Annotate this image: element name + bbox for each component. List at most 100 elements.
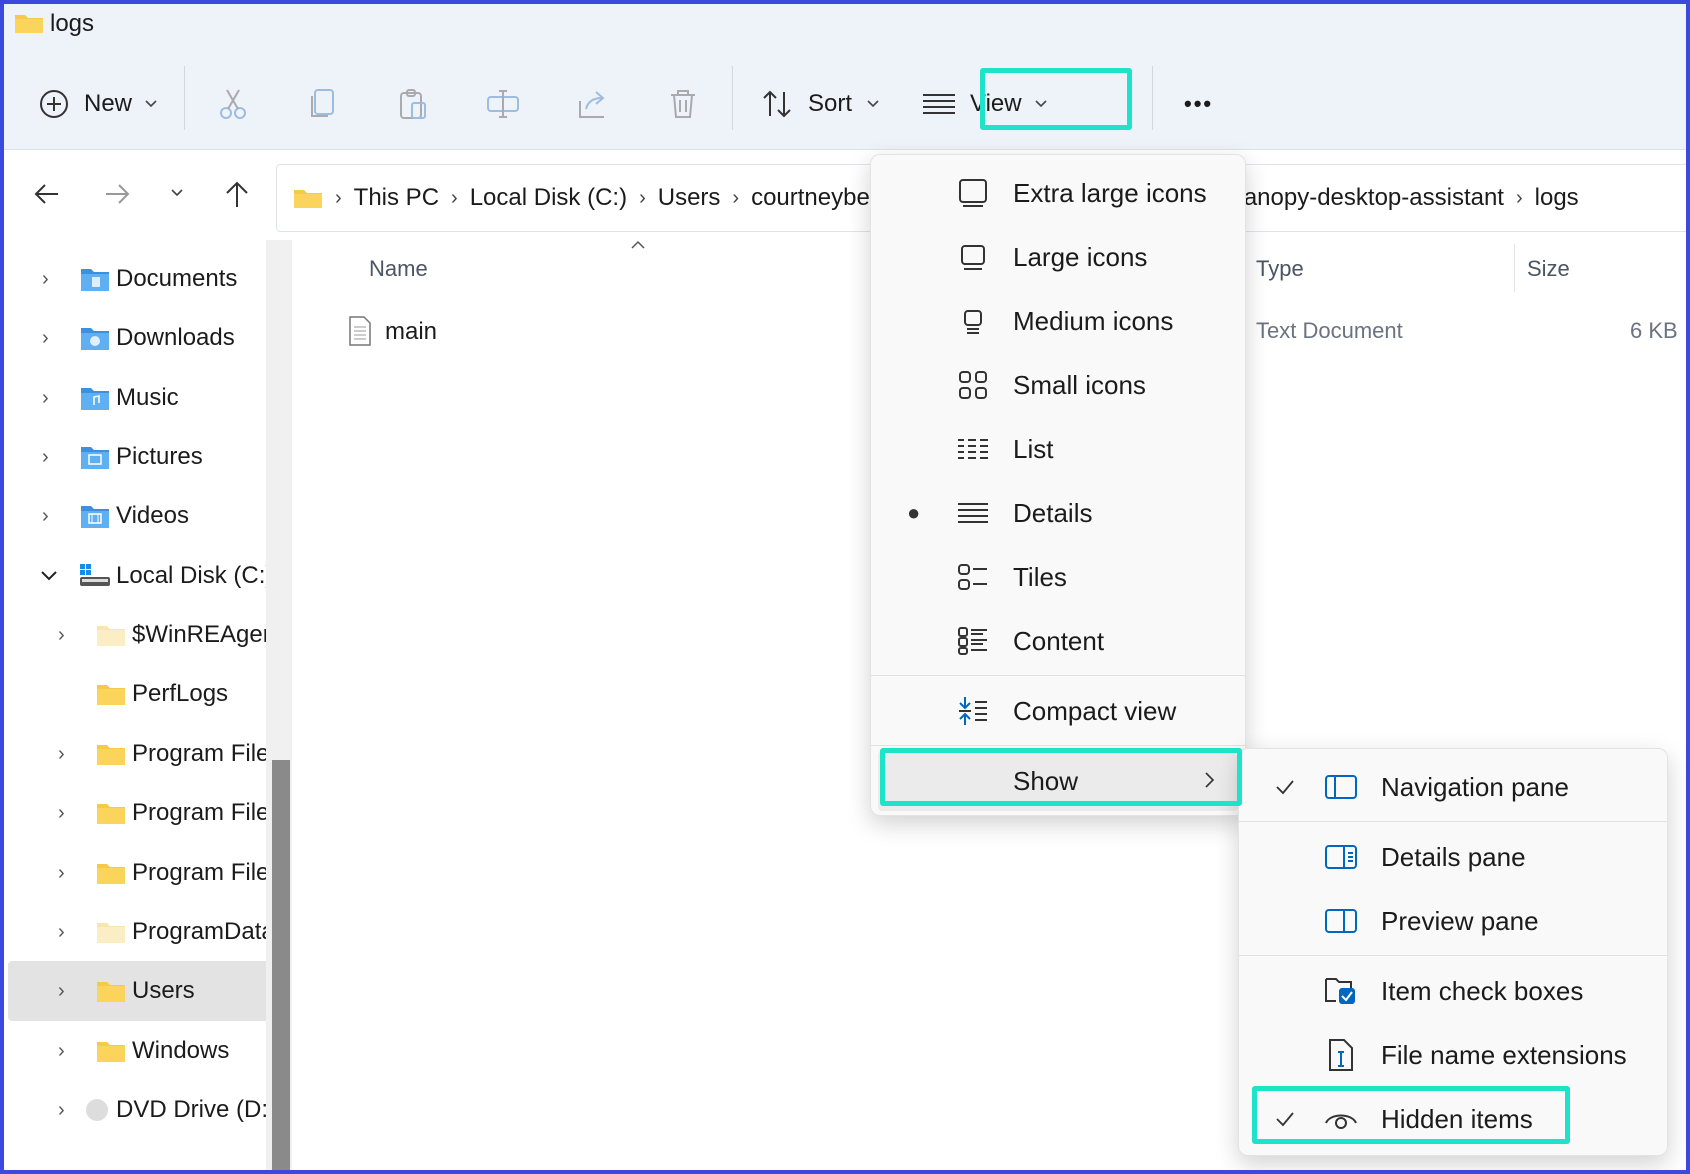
expand-chevron-icon[interactable]: › — [58, 1040, 65, 1063]
delete-button[interactable] — [666, 74, 700, 134]
folder-icon — [97, 626, 125, 646]
cut-button[interactable] — [216, 74, 250, 134]
menu-item-large-icons[interactable]: Large icons — [871, 227, 1245, 287]
scissors-icon — [220, 89, 246, 119]
new-label: New — [84, 90, 133, 117]
checkmark-icon — [1276, 780, 1294, 795]
copy-icon — [311, 89, 334, 117]
expand-chevron-icon[interactable]: › — [42, 268, 49, 291]
hidden-items-highlight — [1252, 1086, 1570, 1144]
breadcrumb-app[interactable]: canopy-desktop-assistant — [1232, 184, 1504, 212]
menu-item-preview-pane[interactable]: Preview pane — [1239, 891, 1667, 951]
menu-item-details[interactable]: ● Details — [871, 483, 1245, 543]
menu-item-file-name-extensions[interactable]: File name extensions — [1239, 1025, 1667, 1085]
expand-chevron-icon[interactable]: › — [42, 505, 49, 528]
back-arrow-icon[interactable] — [34, 182, 60, 206]
sidebar-item-documents[interactable]: › Documents — [4, 249, 266, 309]
file-name-extensions-icon — [1321, 1035, 1361, 1075]
copy-button[interactable] — [306, 74, 340, 134]
menu-item-item-check-boxes[interactable]: Item check boxes — [1239, 961, 1667, 1021]
expand-chevron-icon[interactable]: › — [58, 624, 65, 647]
new-button[interactable]: New — [38, 74, 168, 134]
expand-chevron-icon[interactable]: › — [58, 802, 65, 825]
expand-chevron-icon[interactable]: › — [42, 327, 49, 350]
sidebar-item-downloads[interactable]: › Downloads — [4, 308, 266, 368]
breadcrumb-users[interactable]: Users — [658, 184, 721, 212]
rename-button[interactable] — [486, 74, 520, 134]
sidebar-item-program-files-x86[interactable]: › Program File — [4, 783, 269, 843]
navigation-row: › This PC › Local Disk (C:) › Users › co… — [4, 154, 1690, 234]
menu-item-content[interactable]: Content — [871, 611, 1245, 671]
column-header-type[interactable]: Type — [1256, 256, 1304, 282]
sidebar-scrollbar-thumb[interactable] — [272, 760, 290, 1170]
view-button-highlight — [980, 68, 1132, 130]
compact-view-icon — [953, 691, 993, 731]
column-header-name[interactable]: Name — [369, 256, 428, 282]
medium-icons-icon — [953, 301, 993, 341]
navigation-pane-icon — [1321, 767, 1361, 807]
menu-item-compact-view[interactable]: Compact view — [871, 681, 1245, 741]
folder-icon — [97, 804, 125, 824]
folder-icon — [294, 190, 322, 208]
sort-label: Sort — [808, 90, 853, 117]
expand-chevron-icon[interactable]: › — [58, 862, 65, 885]
expand-chevron-icon[interactable]: › — [58, 1099, 65, 1122]
up-arrow-icon[interactable] — [224, 180, 250, 208]
menu-item-extra-large-icons[interactable]: Extra large icons — [871, 163, 1245, 223]
item-check-boxes-icon — [1321, 971, 1361, 1011]
videos-folder-icon — [81, 506, 109, 528]
breadcrumb-user[interactable]: courtneybe — [751, 184, 870, 212]
menu-item-tiles[interactable]: Tiles — [871, 547, 1245, 607]
content-view-icon — [953, 621, 993, 661]
breadcrumb-logs[interactable]: logs — [1535, 184, 1579, 212]
folder-icon — [97, 685, 125, 705]
details-pane-icon — [1321, 837, 1361, 877]
collapse-chevron-icon[interactable] — [40, 570, 58, 582]
more-options-button[interactable]: ••• — [1184, 74, 1213, 134]
sidebar-item-programdata[interactable]: › ProgramData — [4, 902, 275, 962]
details-view-icon — [923, 94, 955, 114]
sidebar-item-winreagent[interactable]: › $WinREAgen — [4, 605, 276, 665]
navigation-pane: › Documents › Downloads › Music › Pictur… — [4, 240, 294, 1170]
view-menu: Extra large icons Large icons Medium ico… — [870, 154, 1246, 816]
menu-item-small-icons[interactable]: Small icons — [871, 355, 1245, 415]
sidebar-item-music[interactable]: › Music — [4, 368, 266, 428]
rename-icon — [487, 90, 519, 118]
folder-icon — [97, 864, 125, 884]
sidebar-item-program-files[interactable]: › Program File — [4, 724, 269, 784]
expand-chevron-icon[interactable]: › — [58, 980, 65, 1003]
chevron-down-icon — [145, 100, 157, 108]
pictures-folder-icon — [81, 447, 109, 469]
expand-chevron-icon[interactable]: › — [58, 743, 65, 766]
selected-bullet-icon: ● — [907, 500, 921, 525]
menu-item-list[interactable]: List — [871, 419, 1245, 479]
sidebar-item-local-disk[interactable]: Local Disk (C:) — [4, 546, 273, 606]
breadcrumb-this-pc[interactable]: This PC — [354, 184, 439, 212]
expand-chevron-icon[interactable]: › — [42, 387, 49, 410]
sidebar-item-windows[interactable]: › Windows — [4, 1021, 266, 1081]
chevron-down-icon — [867, 100, 879, 108]
sidebar-item-program-files-3[interactable]: › Program File — [4, 843, 269, 903]
menu-item-navigation-pane[interactable]: Navigation pane — [1239, 757, 1667, 817]
breadcrumb-local-disk[interactable]: Local Disk (C:) — [470, 184, 627, 212]
tiles-view-icon — [953, 557, 993, 597]
forward-arrow-icon[interactable] — [104, 182, 130, 206]
recent-locations-chevron-icon[interactable] — [170, 188, 184, 198]
sidebar-item-users[interactable]: › Users — [8, 961, 270, 1021]
sidebar-item-perflogs[interactable]: PerfLogs — [4, 664, 266, 724]
sidebar-item-videos[interactable]: › Videos — [4, 486, 266, 546]
sort-icon — [763, 90, 791, 118]
large-icons-icon — [953, 237, 993, 277]
sidebar-item-pictures[interactable]: › Pictures — [4, 427, 266, 487]
menu-item-medium-icons[interactable]: Medium icons — [871, 291, 1245, 351]
sort-button[interactable]: Sort — [760, 74, 880, 134]
expand-chevron-icon[interactable]: › — [42, 446, 49, 469]
menu-item-details-pane[interactable]: Details pane — [1239, 827, 1667, 887]
share-button[interactable] — [576, 74, 610, 134]
paste-button[interactable] — [396, 74, 430, 134]
sidebar-item-dvd-drive[interactable]: › DVD Drive (D:) — [4, 1080, 276, 1140]
details-view-icon — [953, 493, 993, 533]
expand-chevron-icon[interactable]: › — [58, 921, 65, 944]
music-folder-icon — [81, 388, 109, 410]
column-header-size[interactable]: Size — [1527, 256, 1570, 282]
